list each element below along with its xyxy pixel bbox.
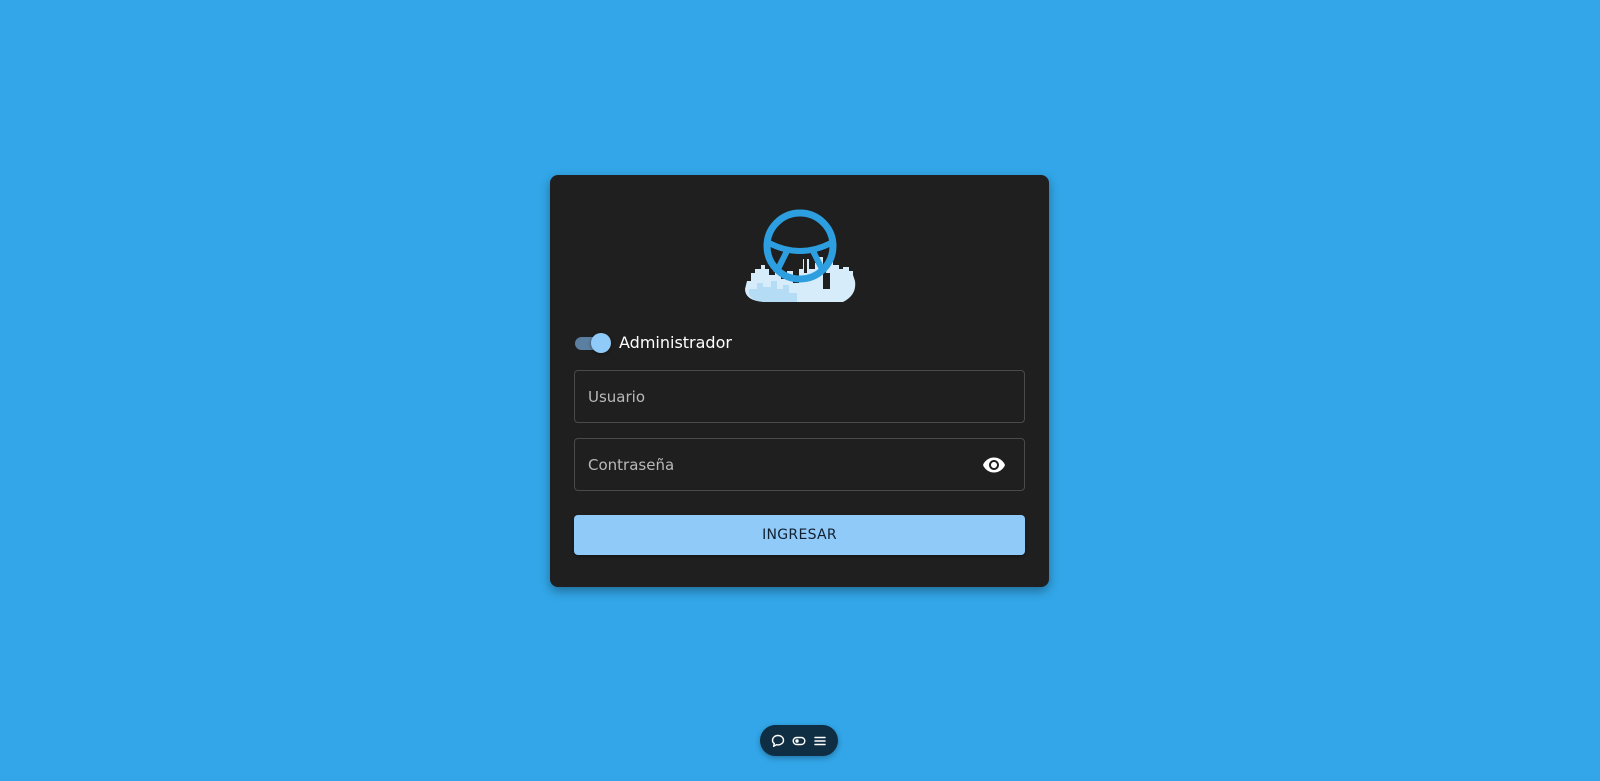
login-card: Administrador INGRESAR [550,175,1049,587]
login-page: Administrador INGRESAR [0,0,1600,781]
toggle-icon[interactable] [791,733,807,749]
floating-toolbar [760,725,838,756]
login-submit-button[interactable]: INGRESAR [574,515,1025,555]
eye-icon[interactable] [982,453,1006,477]
password-input[interactable] [575,439,1024,490]
admin-toggle-label: Administrador [619,333,732,352]
password-field [574,438,1025,491]
admin-toggle[interactable] [574,331,612,355]
menu-icon[interactable] [812,733,828,749]
username-input[interactable] [575,371,1024,422]
app-logo [745,209,856,302]
toggle-thumb[interactable] [591,333,611,353]
username-field [574,370,1025,423]
chat-bubble-icon[interactable] [770,733,786,749]
admin-toggle-row: Administrador [574,331,732,355]
